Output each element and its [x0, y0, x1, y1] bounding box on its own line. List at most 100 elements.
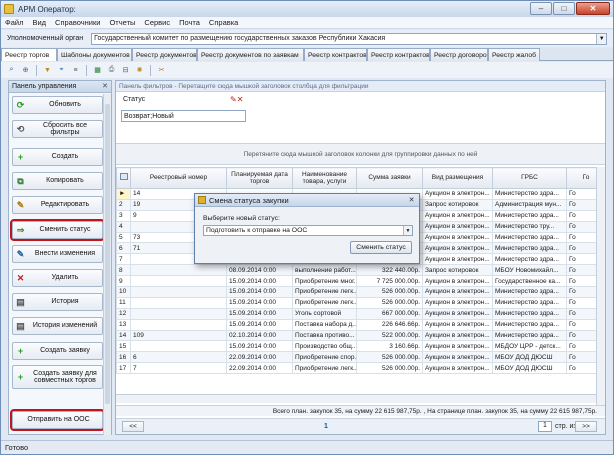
table-cell[interactable]: 7 725 000.00р.	[356, 275, 423, 288]
table-row[interactable]: 13 15.09.2014 0:00 Поставка набора д... 226…	[116, 318, 605, 331]
table-cell[interactable]: МБДОУ ЦРР - детск...	[492, 340, 567, 353]
maximize-button[interactable]: □	[553, 2, 575, 15]
table-cell[interactable]: Запрос котировок	[422, 264, 493, 277]
table-cell[interactable]: Аукцион в электрон...	[422, 329, 493, 342]
page-input[interactable]: 1	[538, 421, 552, 432]
menu-references[interactable]: Справочники	[55, 18, 100, 27]
row-indicator[interactable]: 14	[116, 329, 131, 342]
settings-icon[interactable]: ✺	[134, 65, 145, 76]
table-cell[interactable]	[130, 275, 227, 288]
table-cell[interactable]: 526 000.00р.	[356, 286, 423, 298]
row-indicator[interactable]: 6	[116, 242, 131, 255]
tab-application-documents[interactable]: Реестр документов по заявкам	[197, 48, 304, 61]
table-cell[interactable]	[130, 296, 227, 309]
table-cell[interactable]: Министерство здра...	[492, 286, 567, 298]
row-indicator[interactable]: ►	[116, 188, 131, 200]
column-header-item-name[interactable]: Наименование товара, услуги	[292, 167, 357, 189]
table-cell[interactable]	[130, 340, 227, 353]
table-row[interactable]: 11 15.09.2014 0:00 Приобретение легк... 526…	[116, 296, 605, 309]
row-indicator[interactable]: 2	[116, 198, 131, 211]
table-cell[interactable]	[130, 264, 227, 277]
excel-icon[interactable]: ▦	[92, 65, 103, 76]
table-cell[interactable]: Поставка противо...	[292, 329, 357, 342]
filter-icon[interactable]: ▼	[42, 65, 53, 76]
row-indicator[interactable]: 5	[116, 231, 131, 244]
table-cell[interactable]: Приобретение легк...	[292, 296, 357, 309]
column-header-selector[interactable]	[116, 167, 131, 189]
table-cell[interactable]: Аукцион в электрон...	[422, 231, 493, 244]
table-cell[interactable]: Аукцион в электрон...	[422, 340, 493, 353]
column-header-placement-type[interactable]: Вид размещения	[422, 167, 493, 189]
refresh-button[interactable]: ⟳ Обновить	[12, 96, 103, 114]
table-row[interactable]: 12 15.09.2014 0:00 Уголь сортовой 667 000.0…	[116, 307, 605, 320]
table-cell[interactable]: Министерство здра...	[492, 307, 567, 320]
row-indicator[interactable]: 7	[116, 253, 131, 266]
table-cell[interactable]: 15.09.2014 0:00	[226, 296, 293, 309]
close-button[interactable]: ✕	[576, 2, 610, 15]
printer-icon[interactable]: ⊟	[120, 65, 131, 76]
table-cell[interactable]: Министерство тру...	[492, 220, 567, 233]
table-cell[interactable]: Министерство здра...	[492, 329, 567, 342]
table-cell[interactable]	[130, 318, 227, 331]
tab-documents-registry[interactable]: Реестр документов	[132, 48, 197, 61]
table-cell[interactable]: 15.09.2014 0:00	[226, 318, 293, 331]
table-cell[interactable]: 109	[130, 329, 227, 342]
tab-trades-registry[interactable]: Реестр торгов	[1, 48, 57, 61]
create-button[interactable]: + Создать	[12, 148, 103, 166]
table-cell[interactable]: 3 160.66р.	[356, 340, 423, 353]
table-cell[interactable]: Поставка набора д...	[292, 318, 357, 331]
send-to-oos-button[interactable]: Отправить на ООС	[10, 409, 105, 431]
table-cell[interactable]: Государственное ка...	[492, 275, 567, 288]
create-joint-application-button[interactable]: + Создать заявку для совместных торгов	[12, 365, 103, 389]
menu-mail[interactable]: Почта	[179, 18, 200, 27]
row-indicator[interactable]: 10	[116, 286, 131, 298]
table-cell[interactable]: Министерство здра...	[492, 242, 567, 255]
row-indicator[interactable]: 15	[116, 340, 131, 353]
current-page[interactable]: 1	[324, 423, 328, 430]
table-cell[interactable]: МБОУ Новомихайл...	[492, 264, 567, 277]
menu-view[interactable]: Вид	[32, 18, 46, 27]
table-cell[interactable]: Аукцион в электрон...	[422, 286, 493, 298]
make-changes-button[interactable]: ✎ Внести изменения	[12, 245, 103, 263]
table-cell[interactable]: Приобретение мног...	[292, 275, 357, 288]
copy-button[interactable]: ⧉ Копировать	[12, 172, 103, 190]
table-cell[interactable]: 226 646.66р.	[356, 318, 423, 331]
table-cell[interactable]: 22.09.2014 0:00	[226, 351, 293, 364]
new-status-select[interactable]: Подготовить к отправке на ООС ▼	[203, 225, 413, 236]
table-row[interactable]: 17 7 22.09.2014 0:00 Приобретение легк... 52…	[116, 362, 605, 375]
dialog-close-icon[interactable]: ✕	[407, 196, 416, 205]
table-cell[interactable]: Аукцион в электрон...	[422, 362, 493, 375]
grid-vertical-scrollbar[interactable]	[596, 167, 605, 406]
table-cell[interactable]: 22.09.2014 0:00	[226, 362, 293, 375]
row-indicator[interactable]: 16	[116, 351, 131, 364]
table-cell[interactable]: Аукцион в электрон...	[422, 307, 493, 320]
row-indicator[interactable]: 12	[116, 307, 131, 320]
menu-service[interactable]: Сервис	[144, 18, 170, 27]
table-cell[interactable]: 6	[130, 351, 227, 364]
table-cell[interactable]: 522 000.00р.	[356, 329, 423, 342]
table-cell[interactable]: Уголь сортовой	[292, 307, 357, 320]
table-cell[interactable]: Приобретение легк...	[292, 286, 357, 298]
row-indicator[interactable]: 9	[116, 275, 131, 288]
table-row[interactable]: 9 15.09.2014 0:00 Приобретение мног... 7 72…	[116, 275, 605, 288]
table-cell[interactable]: 15.09.2014 0:00	[226, 340, 293, 353]
menu-reports[interactable]: Отчеты	[109, 18, 135, 27]
tab-agreements-registry[interactable]: Реестр договоров	[430, 48, 488, 61]
table-cell[interactable]: Аукцион в электрон...	[422, 351, 493, 364]
clear-filter-icon[interactable]: ✎✕	[230, 95, 243, 104]
table-row[interactable]: 14 109 02.10.2014 0:00 Поставка противо... 5…	[116, 329, 605, 342]
table-row[interactable]: 8 08.09.2014 0:00 выполнение работ... 322 4…	[116, 264, 605, 277]
column-header-planned-date[interactable]: Планируемая дата торгов	[226, 167, 293, 189]
table-cell[interactable]: МБОУ ДОД ДЮСШ	[492, 362, 567, 375]
tab-complaints-registry[interactable]: Реестр жалоб	[488, 48, 540, 61]
table-cell[interactable]: Аукцион в электрон...	[422, 220, 493, 233]
history-button[interactable]: ▤ История	[12, 293, 103, 311]
group-by-area[interactable]: Перетяните сюда мышкой заголовок колонки…	[116, 143, 605, 165]
chevron-down-icon[interactable]: ▼	[403, 226, 412, 235]
table-cell[interactable]: Приобретение спор...	[292, 351, 357, 364]
column-header-grbs[interactable]: ГРБС	[492, 167, 567, 189]
table-row[interactable]: 16 6 22.09.2014 0:00 Приобретение спор... 52…	[116, 351, 605, 364]
table-cell[interactable]: Аукцион в электрон...	[422, 188, 493, 200]
minimize-button[interactable]: –	[530, 2, 552, 15]
table-cell[interactable]: 15.09.2014 0:00	[226, 275, 293, 288]
